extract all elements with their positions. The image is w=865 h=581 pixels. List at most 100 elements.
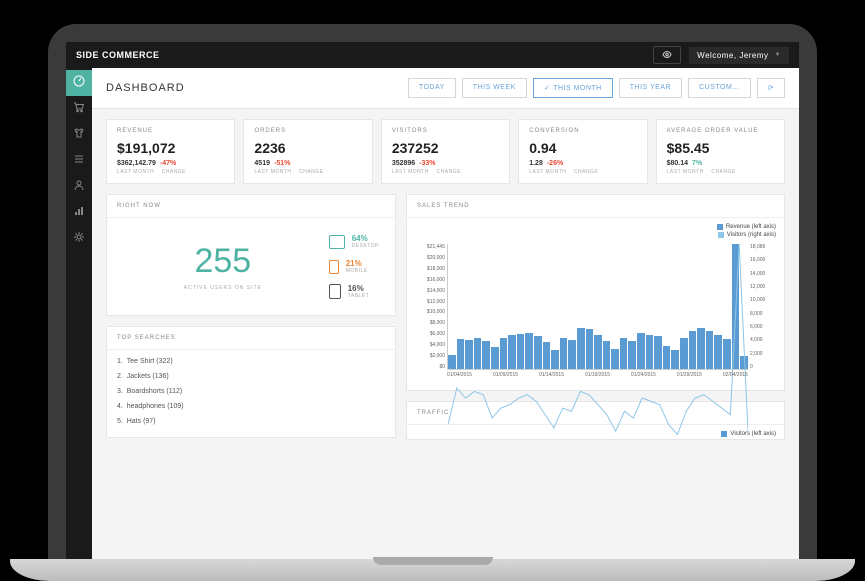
tab-this-year[interactable]: THIS YEAR	[619, 78, 682, 98]
kpi-prev: $362,142.79	[117, 160, 156, 167]
device-pct: 64%	[352, 234, 379, 243]
active-users-count: 255	[117, 242, 329, 281]
kpi-note: CHANGE	[299, 169, 323, 175]
kpi-note: CHANGE	[162, 169, 186, 175]
kpi-change: -51%	[274, 160, 290, 167]
list-item-text: Hats (97)	[127, 418, 156, 425]
gear-icon	[73, 230, 85, 248]
kpi-change: 7%	[692, 160, 702, 167]
kpi-label: REVENUE	[117, 128, 224, 134]
y-axis-left: $21,445$20,000$18,000$16,000$14,000$12,0…	[415, 244, 445, 370]
tab-custom[interactable]: CUSTOM...	[688, 78, 751, 98]
kpi-note: LAST MONTH	[529, 169, 566, 175]
device-desktop: 64%DESKTOP	[329, 234, 379, 249]
refresh-icon: ⟳	[768, 85, 774, 92]
kpi-prev: 1.28	[529, 160, 543, 167]
list-item-text: Boardshorts (112)	[127, 388, 183, 395]
kpi-change: -33%	[419, 160, 435, 167]
list-icon	[73, 152, 85, 170]
x-axis: 01/04/201501/09/201501/14/201501/19/2015…	[447, 372, 748, 384]
kpi-note: LAST MONTH	[254, 169, 291, 175]
cart-icon	[73, 100, 85, 118]
kpi-aov: AVERAGE ORDER VALUE $85.45 $80.14 7% LAST…	[656, 119, 785, 184]
list-item-text: Jackets (136)	[127, 373, 169, 380]
brand-title: SIDE COMMERCE	[76, 50, 653, 60]
y-axis-right: 18,08916,00014,00012,00010,0008,0006,000…	[750, 244, 776, 370]
list-item-text: Tee Shirt (322)	[127, 358, 173, 365]
card-title: RIGHT NOW	[107, 195, 395, 218]
preview-button[interactable]	[653, 46, 681, 64]
period-tabs: TODAY THIS WEEK ✓THIS MONTH THIS YEAR CU…	[408, 78, 785, 98]
device-label: DESKTOP	[352, 243, 379, 249]
user-icon	[73, 178, 85, 196]
sidebar	[66, 68, 92, 581]
tablet-icon	[329, 284, 341, 299]
kpi-value: 0.94	[529, 140, 636, 156]
desktop-icon	[329, 235, 345, 249]
tab-this-week[interactable]: THIS WEEK	[462, 78, 527, 98]
kpi-label: CONVERSION	[529, 128, 636, 134]
device-pct: 16%	[348, 284, 370, 293]
device-label: TABLET	[348, 293, 370, 299]
device-label: MOBILE	[346, 268, 368, 274]
list-item-text: headphones (109)	[127, 403, 184, 410]
legend-label: Revenue (left axis)	[726, 224, 776, 230]
page-title: DASHBOARD	[106, 82, 408, 94]
bars-icon	[73, 204, 85, 222]
list-item: 2. Jackets (136)	[117, 369, 385, 384]
kpi-note: CHANGE	[711, 169, 735, 175]
sidebar-item-catalog[interactable]	[66, 148, 92, 174]
sidebar-item-settings[interactable]	[66, 226, 92, 252]
sidebar-item-cart[interactable]	[66, 96, 92, 122]
kpi-change: -47%	[160, 160, 176, 167]
kpi-value: $85.45	[667, 140, 774, 156]
legend-label: Visitors (right axis)	[727, 232, 776, 238]
right-now-card: RIGHT NOW 255 ACTIVE USERS ON SITE	[106, 194, 396, 316]
shirt-icon	[73, 126, 85, 144]
chart-legend: Revenue (left axis) Visitors (right axis…	[415, 224, 776, 240]
list-item: 5. Hats (97)	[117, 414, 385, 429]
sidebar-item-dashboard[interactable]	[66, 70, 92, 96]
kpi-note: LAST MONTH	[117, 169, 154, 175]
kpi-note: LAST MONTH	[392, 169, 429, 175]
kpi-change: -26%	[547, 160, 563, 167]
kpi-prev: $80.14	[667, 160, 688, 167]
device-tablet: 16%TABLET	[329, 284, 379, 299]
legend-swatch	[717, 224, 723, 230]
search-list: 1. Tee Shirt (322) 2. Jackets (136) 3. B…	[107, 350, 395, 437]
sidebar-item-reports[interactable]	[66, 200, 92, 226]
sales-trend-chart: $21,445$20,000$18,000$16,000$14,000$12,0…	[415, 244, 776, 384]
legend-swatch	[718, 232, 724, 238]
kpi-label: VISITORS	[392, 128, 499, 134]
kpi-revenue: REVENUE $191,072 $362,142.79 -47% LAST MO…	[106, 119, 235, 184]
sidebar-item-products[interactable]	[66, 122, 92, 148]
sidebar-item-customers[interactable]	[66, 174, 92, 200]
kpi-value: $191,072	[117, 140, 224, 156]
kpi-value: 237252	[392, 140, 499, 156]
chart-line	[448, 244, 748, 450]
kpi-prev: 352896	[392, 160, 415, 167]
tab-this-month-label: THIS MONTH	[553, 85, 602, 92]
kpi-note: CHANGE	[574, 169, 598, 175]
tab-this-month[interactable]: ✓THIS MONTH	[533, 78, 613, 98]
gauge-icon	[73, 74, 85, 92]
card-title: TOP SEARCHES	[107, 327, 395, 350]
sales-trend-card: SALES TREND Revenue (left axis) Visitors…	[406, 194, 785, 391]
user-menu[interactable]: Welcome, Jeremy ▼	[689, 47, 789, 64]
list-item: 1. Tee Shirt (322)	[117, 354, 385, 369]
device-pct: 21%	[346, 259, 368, 268]
kpi-prev: 4519	[254, 160, 270, 167]
tab-today[interactable]: TODAY	[408, 78, 456, 98]
kpi-conversion: CONVERSION 0.94 1.28 -26% LAST MONTH CHAN…	[518, 119, 647, 184]
kpi-label: ORDERS	[254, 128, 361, 134]
list-item: 4. headphones (109)	[117, 399, 385, 414]
kpi-label: AVERAGE ORDER VALUE	[667, 128, 774, 134]
kpi-row: REVENUE $191,072 $362,142.79 -47% LAST MO…	[106, 119, 785, 184]
top-searches-card: TOP SEARCHES 1. Tee Shirt (322) 2. Jacke…	[106, 326, 396, 438]
kpi-note: LAST MONTH	[667, 169, 704, 175]
list-item: 3. Boardshorts (112)	[117, 384, 385, 399]
kpi-value: 2236	[254, 140, 361, 156]
user-menu-label: Welcome, Jeremy	[697, 51, 768, 60]
mobile-icon	[329, 260, 339, 274]
refresh-button[interactable]: ⟳	[757, 78, 785, 98]
